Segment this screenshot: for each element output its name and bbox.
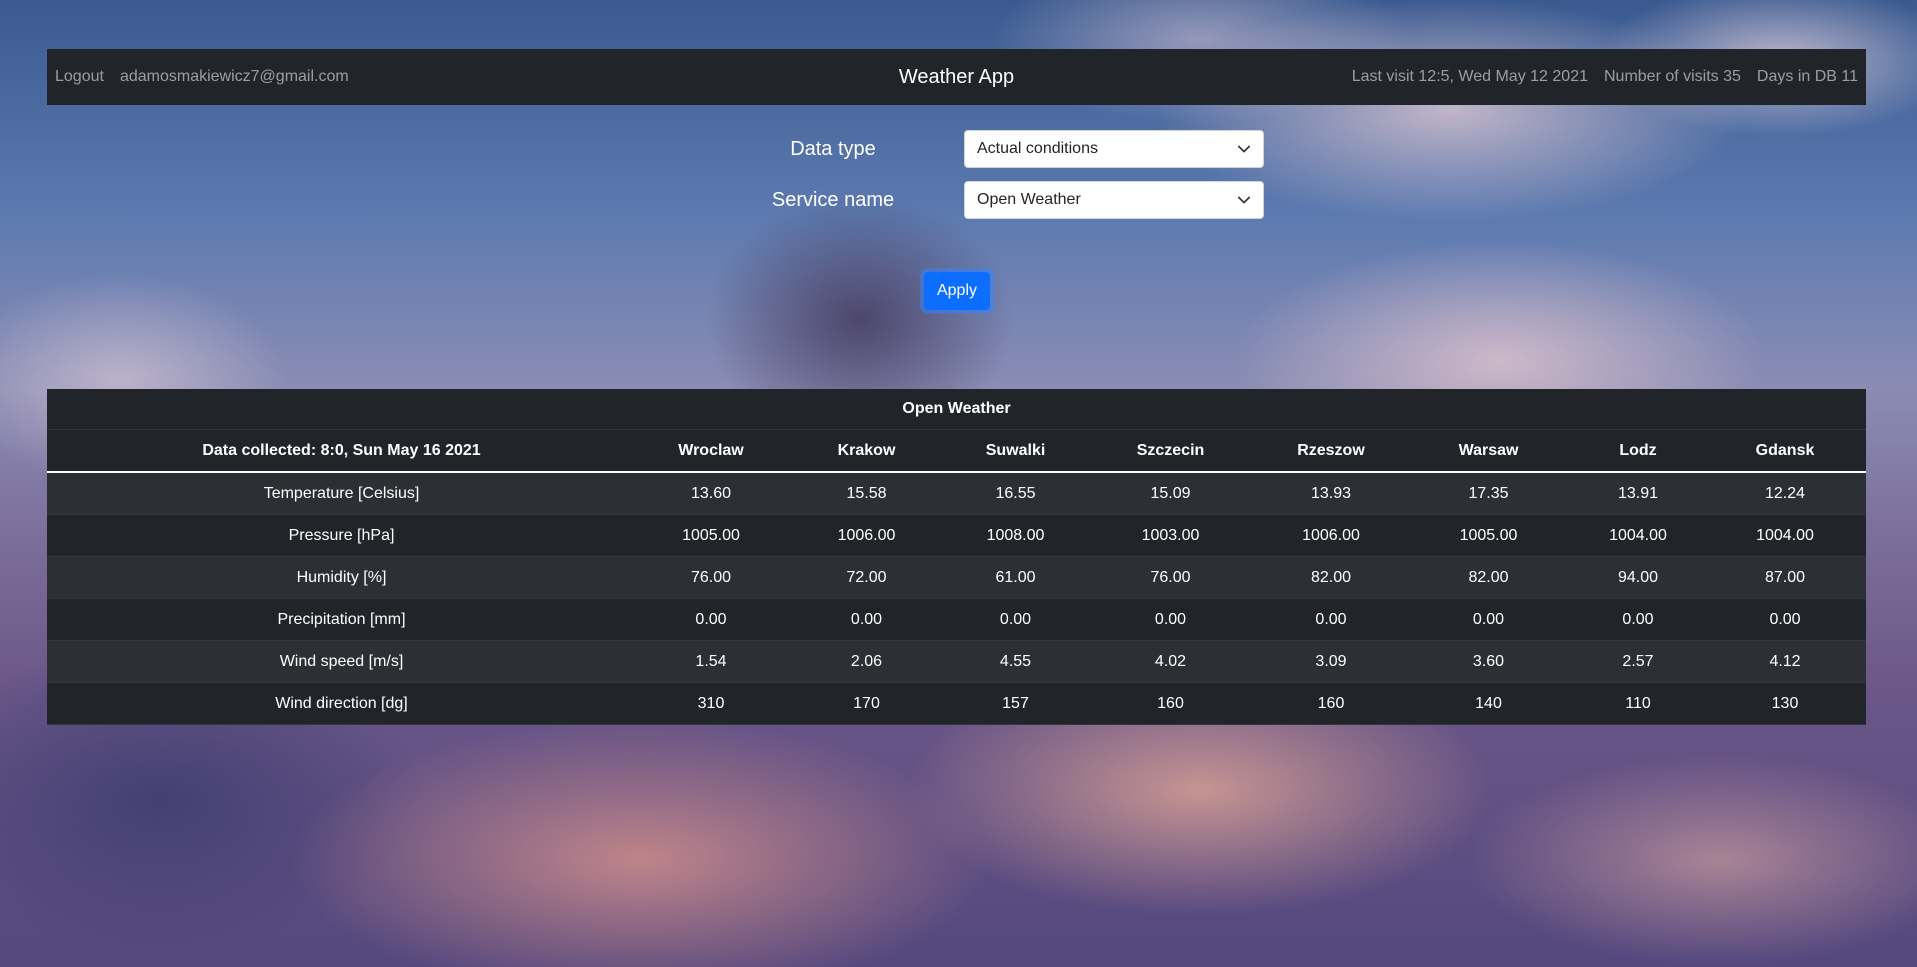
row-label: Wind speed [m/s]: [47, 640, 636, 683]
table-cell: 1.54: [636, 640, 786, 683]
table-cell: 4.55: [947, 640, 1084, 683]
table-cell: 72.00: [786, 556, 947, 599]
visit-count-text: Number of visits 35: [1603, 68, 1741, 85]
service-name-row: Service name Open Weather: [752, 181, 1264, 219]
logout-link[interactable]: Logout: [55, 68, 104, 86]
apply-button[interactable]: Apply: [924, 272, 990, 310]
table-cell: 160: [1257, 682, 1405, 725]
table-cell: 15.58: [786, 472, 947, 515]
row-label: Wind direction [dg]: [47, 682, 636, 725]
city-header: Lodz: [1572, 429, 1704, 473]
table-cell: 1006.00: [1257, 514, 1405, 557]
table-caption: Open Weather: [47, 389, 1867, 430]
table-cell: 12.24: [1704, 472, 1867, 515]
navbar-left: Logout adamosmakiewicz7@gmail.com: [55, 49, 349, 105]
row-label: Temperature [Celsius]: [47, 472, 636, 515]
table-cell: 13.93: [1257, 472, 1405, 515]
chevron-down-icon: [1237, 142, 1251, 156]
service-name-select[interactable]: Open Weather: [964, 181, 1264, 219]
table-cell: 4.12: [1704, 640, 1867, 683]
table-cell: 82.00: [1257, 556, 1405, 599]
city-header: Krakow: [786, 429, 947, 473]
table-row: Humidity [%] 76.00 72.00 61.00 76.00 82.…: [47, 556, 1867, 599]
table-cell: 13.60: [636, 472, 786, 515]
table-cell: 76.00: [636, 556, 786, 599]
city-header: Gdansk: [1704, 429, 1867, 473]
table-cell: 4.02: [1084, 640, 1257, 683]
table-cell: 2.57: [1572, 640, 1704, 683]
city-header: Suwalki: [947, 429, 1084, 473]
table-cell: 1003.00: [1084, 514, 1257, 557]
city-header: Warsaw: [1405, 429, 1572, 473]
data-type-selected-value: Actual conditions: [977, 140, 1098, 157]
table-cell: 2.06: [786, 640, 947, 683]
data-collected-header: Data collected: 8:0, Sun May 16 2021: [47, 429, 636, 473]
table-row: Wind direction [dg] 310 170 157 160 160 …: [47, 682, 1867, 725]
data-type-label: Data type: [790, 137, 876, 160]
last-visit-text: Last visit 12:5, Wed May 12 2021: [1351, 68, 1588, 85]
weather-table-container: Open Weather Data collected: 8:0, Sun Ma…: [47, 389, 1867, 725]
table-cell: 0.00: [1704, 598, 1867, 641]
row-label: Pressure [hPa]: [47, 514, 636, 557]
weather-table: Open Weather Data collected: 8:0, Sun Ma…: [47, 389, 1867, 725]
table-cell: 1006.00: [786, 514, 947, 557]
table-cell: 1008.00: [947, 514, 1084, 557]
table-cell: 130: [1704, 682, 1867, 725]
city-header: Szczecin: [1084, 429, 1257, 473]
table-cell: 110: [1572, 682, 1704, 725]
table-cell: 0.00: [947, 598, 1084, 641]
data-type-row: Data type Actual conditions: [752, 130, 1264, 168]
table-cell: 3.09: [1257, 640, 1405, 683]
table-header-row: Data collected: 8:0, Sun May 16 2021 Wro…: [47, 429, 1867, 473]
table-cell: 1005.00: [1405, 514, 1572, 557]
table-cell: 0.00: [1257, 598, 1405, 641]
navbar: Logout adamosmakiewicz7@gmail.com Weathe…: [47, 49, 1866, 105]
table-cell: 1004.00: [1704, 514, 1867, 557]
table-cell: 170: [786, 682, 947, 725]
service-name-label: Service name: [771, 188, 895, 211]
table-cell: 310: [636, 682, 786, 725]
table-cell: 0.00: [1572, 598, 1704, 641]
table-cell: 82.00: [1405, 556, 1572, 599]
service-name-selected-value: Open Weather: [977, 191, 1081, 208]
days-in-db-text: Days in DB 11: [1756, 68, 1858, 85]
table-cell: 15.09: [1084, 472, 1257, 515]
table-row: Precipitation [mm] 0.00 0.00 0.00 0.00 0…: [47, 598, 1867, 641]
table-row: Wind speed [m/s] 1.54 2.06 4.55 4.02 3.0…: [47, 640, 1867, 683]
table-caption-row: Open Weather: [47, 389, 1867, 430]
table-cell: 16.55: [947, 472, 1084, 515]
table-cell: 13.91: [1572, 472, 1704, 515]
navbar-right: Last visit 12:5, Wed May 12 2021 Number …: [1352, 49, 1858, 105]
table-cell: 1005.00: [636, 514, 786, 557]
table-cell: 0.00: [1084, 598, 1257, 641]
table-cell: 0.00: [786, 598, 947, 641]
table-cell: 157: [947, 682, 1084, 725]
row-label: Precipitation [mm]: [47, 598, 636, 641]
city-header: Rzeszow: [1257, 429, 1405, 473]
table-cell: 1004.00: [1572, 514, 1704, 557]
city-header: Wroclaw: [636, 429, 786, 473]
data-type-select[interactable]: Actual conditions: [964, 130, 1264, 168]
chevron-down-icon: [1237, 193, 1251, 207]
table-cell: 160: [1084, 682, 1257, 725]
table-cell: 0.00: [636, 598, 786, 641]
row-label: Humidity [%]: [47, 556, 636, 599]
table-cell: 94.00: [1572, 556, 1704, 599]
table-row: Pressure [hPa] 1005.00 1006.00 1008.00 1…: [47, 514, 1867, 557]
table-cell: 140: [1405, 682, 1572, 725]
user-email: adamosmakiewicz7@gmail.com: [119, 68, 349, 85]
table-cell: 0.00: [1405, 598, 1572, 641]
table-cell: 3.60: [1405, 640, 1572, 683]
table-cell: 61.00: [947, 556, 1084, 599]
table-row: Temperature [Celsius] 13.60 15.58 16.55 …: [47, 472, 1867, 515]
table-cell: 87.00: [1704, 556, 1867, 599]
table-cell: 76.00: [1084, 556, 1257, 599]
table-cell: 17.35: [1405, 472, 1572, 515]
